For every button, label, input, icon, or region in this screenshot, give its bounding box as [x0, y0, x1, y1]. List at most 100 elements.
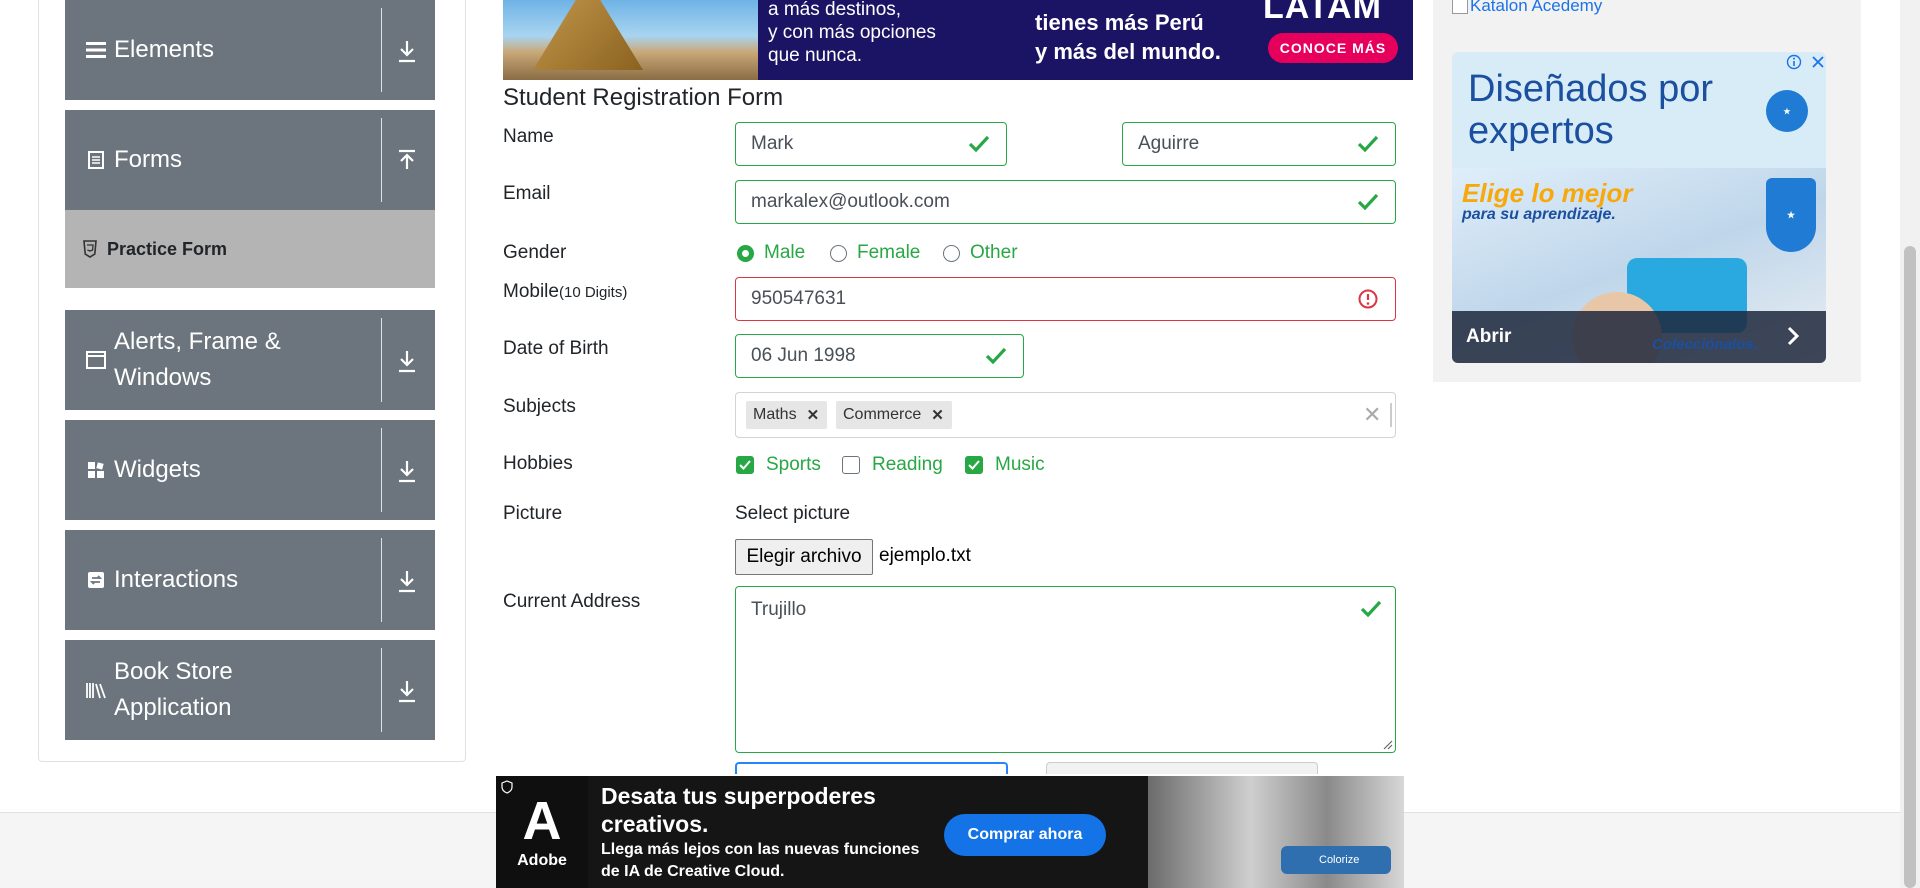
sidebar-group-label: Book Store Application — [114, 658, 233, 721]
mobile-label: Mobile(10 Digits) — [503, 281, 628, 302]
scrollbar-thumb[interactable] — [1904, 246, 1916, 888]
checkbox-box[interactable] — [965, 456, 983, 474]
sidebar-group-label: Widgets — [114, 456, 201, 483]
check-icon — [1357, 193, 1379, 211]
current-address-textarea[interactable]: Trujillo — [735, 586, 1396, 753]
banner-copy: a más destinos, y con más opciones que n… — [768, 0, 936, 66]
divider — [381, 118, 382, 202]
divider — [381, 8, 382, 92]
gender-radio-other[interactable]: Other — [943, 241, 1018, 265]
choose-file-button[interactable]: Elegir archivo — [735, 539, 873, 575]
dob-label: Date of Birth — [503, 338, 609, 359]
radio-label[interactable]: Female — [857, 242, 920, 264]
menu-lines-icon — [85, 39, 107, 61]
ad-open-button[interactable]: Abrir — [1466, 326, 1511, 348]
gender-radio-female[interactable]: Female — [830, 241, 920, 265]
email-input[interactable]: markalex@outlook.com — [735, 180, 1396, 224]
close-icon[interactable] — [1810, 54, 1826, 70]
sidebar-group-label: Elements — [114, 36, 215, 63]
window-icon — [85, 349, 107, 371]
hobby-checkbox-sports[interactable]: Sports — [736, 453, 821, 477]
bottom-ad-banner[interactable]: A Adobe Desata tus superpoderes creativo… — [496, 776, 1404, 888]
right-ad-card[interactable]: Diseñados por expertos ★ Elige lo mejor … — [1452, 52, 1826, 363]
check-icon — [1357, 135, 1379, 153]
state-select[interactable] — [735, 762, 1008, 774]
check-icon — [968, 460, 980, 470]
subject-tag: Commerce ✕ — [836, 401, 952, 429]
radio-circle[interactable] — [943, 244, 960, 262]
banner-brand: LATAM — [1263, 0, 1382, 26]
remove-tag-icon[interactable]: ✕ — [931, 406, 944, 424]
city-select[interactable] — [1046, 762, 1318, 774]
checkbox-box[interactable] — [842, 456, 860, 474]
banner-headline: tienes más Perú y más del mundo. — [1035, 10, 1221, 64]
document-icon — [85, 149, 107, 171]
checkbox-label[interactable]: Reading — [872, 454, 943, 476]
chosen-file-name: ejemplo.txt — [879, 545, 971, 566]
last-name-input[interactable]: Aguirre — [1122, 122, 1396, 166]
gender-radio-male[interactable]: Male — [737, 241, 805, 265]
radio-circle[interactable] — [737, 244, 754, 262]
remove-tag-icon[interactable]: ✕ — [807, 406, 820, 424]
picture-label: Picture — [503, 503, 563, 524]
form-title: Student Registration Form — [503, 84, 784, 111]
sidebar-group-interactions[interactable]: Interactions — [65, 530, 435, 630]
hobby-checkbox-music[interactable]: Music — [965, 453, 1045, 477]
download-arrow-icon[interactable] — [395, 348, 419, 374]
first-name-input[interactable]: Mark — [735, 122, 1007, 166]
check-icon — [739, 460, 751, 470]
checkbox-label[interactable]: Sports — [766, 454, 821, 476]
sidebar-item-label: Practice Form — [107, 238, 228, 259]
mobile-hint: (10 Digits) — [558, 284, 628, 301]
radio-label[interactable]: Male — [764, 242, 805, 264]
books-icon — [85, 679, 107, 701]
sidebar-group-widgets[interactable]: Widgets — [65, 420, 435, 520]
hobby-checkbox-reading[interactable]: Reading — [842, 453, 943, 477]
ad-slogan: Elige lo mejor — [1462, 178, 1633, 208]
check-icon — [968, 135, 990, 153]
buy-now-button[interactable]: Comprar ahora — [944, 814, 1106, 856]
banner-cta-button[interactable]: CONOCE MÁS — [1268, 33, 1398, 63]
sidebar-group-label: Interactions — [114, 566, 239, 593]
bottom-ad-subline: Llega más lejos con las nuevas funciones… — [601, 841, 920, 880]
select-picture-label: Select picture — [735, 503, 851, 524]
ad-info-icon[interactable] — [500, 780, 514, 794]
mobile-input[interactable]: 950547631 — [735, 277, 1396, 321]
sidebar-group-elements[interactable]: Elements — [65, 0, 435, 100]
download-arrow-icon[interactable] — [395, 568, 419, 594]
top-banner-ad[interactable]: a más destinos, y con más opciones que n… — [503, 0, 1413, 80]
bottom-ad-headline: Desata tus superpoderes creativos. — [601, 783, 876, 837]
download-arrow-icon[interactable] — [395, 678, 419, 704]
resize-grip-icon[interactable] — [1381, 738, 1393, 750]
checkbox-label[interactable]: Music — [995, 454, 1045, 476]
sidebar-group-forms[interactable]: Forms — [65, 110, 435, 210]
sidebar-group-book-store[interactable]: Book Store Application — [65, 640, 435, 740]
divider — [381, 318, 382, 402]
upload-arrow-icon[interactable] — [395, 148, 419, 174]
checkbox-box[interactable] — [736, 456, 754, 474]
ad-choices[interactable] — [1786, 53, 1826, 71]
download-arrow-icon[interactable] — [395, 458, 419, 484]
date-of-birth-input[interactable]: 06 Jun 1998 — [735, 334, 1024, 378]
radio-label[interactable]: Other — [970, 242, 1018, 264]
colorize-toggle: Colorize — [1281, 846, 1391, 874]
sidebar-group-alerts[interactable]: Alerts, Frame & Windows — [65, 310, 435, 410]
subjects-input[interactable]: Maths ✕ Commerce ✕ — [735, 392, 1396, 438]
download-arrow-icon[interactable] — [395, 38, 419, 64]
divider — [381, 428, 382, 512]
info-icon[interactable] — [1786, 54, 1802, 70]
chevron-right-icon[interactable] — [1782, 324, 1804, 348]
gender-label: Gender — [503, 242, 567, 263]
brand-shield-icon: ★ — [1766, 178, 1816, 252]
subject-tag: Maths ✕ — [746, 401, 828, 429]
radio-circle[interactable] — [830, 244, 847, 262]
brand-badge-icon: ★ — [1766, 90, 1808, 132]
katalon-academy-link[interactable]: Katalon Acedemy — [1452, 0, 1602, 16]
clear-icon[interactable]: ✕ — [1363, 402, 1381, 428]
ad-headline: Diseñados por expertos — [1468, 68, 1714, 152]
broken-image-icon — [1452, 0, 1468, 14]
divider — [381, 538, 382, 622]
sidebar-item-practice-form[interactable]: Practice Form — [65, 210, 435, 288]
widgets-grid-icon — [85, 459, 107, 481]
current-address-label: Current Address — [503, 591, 641, 612]
